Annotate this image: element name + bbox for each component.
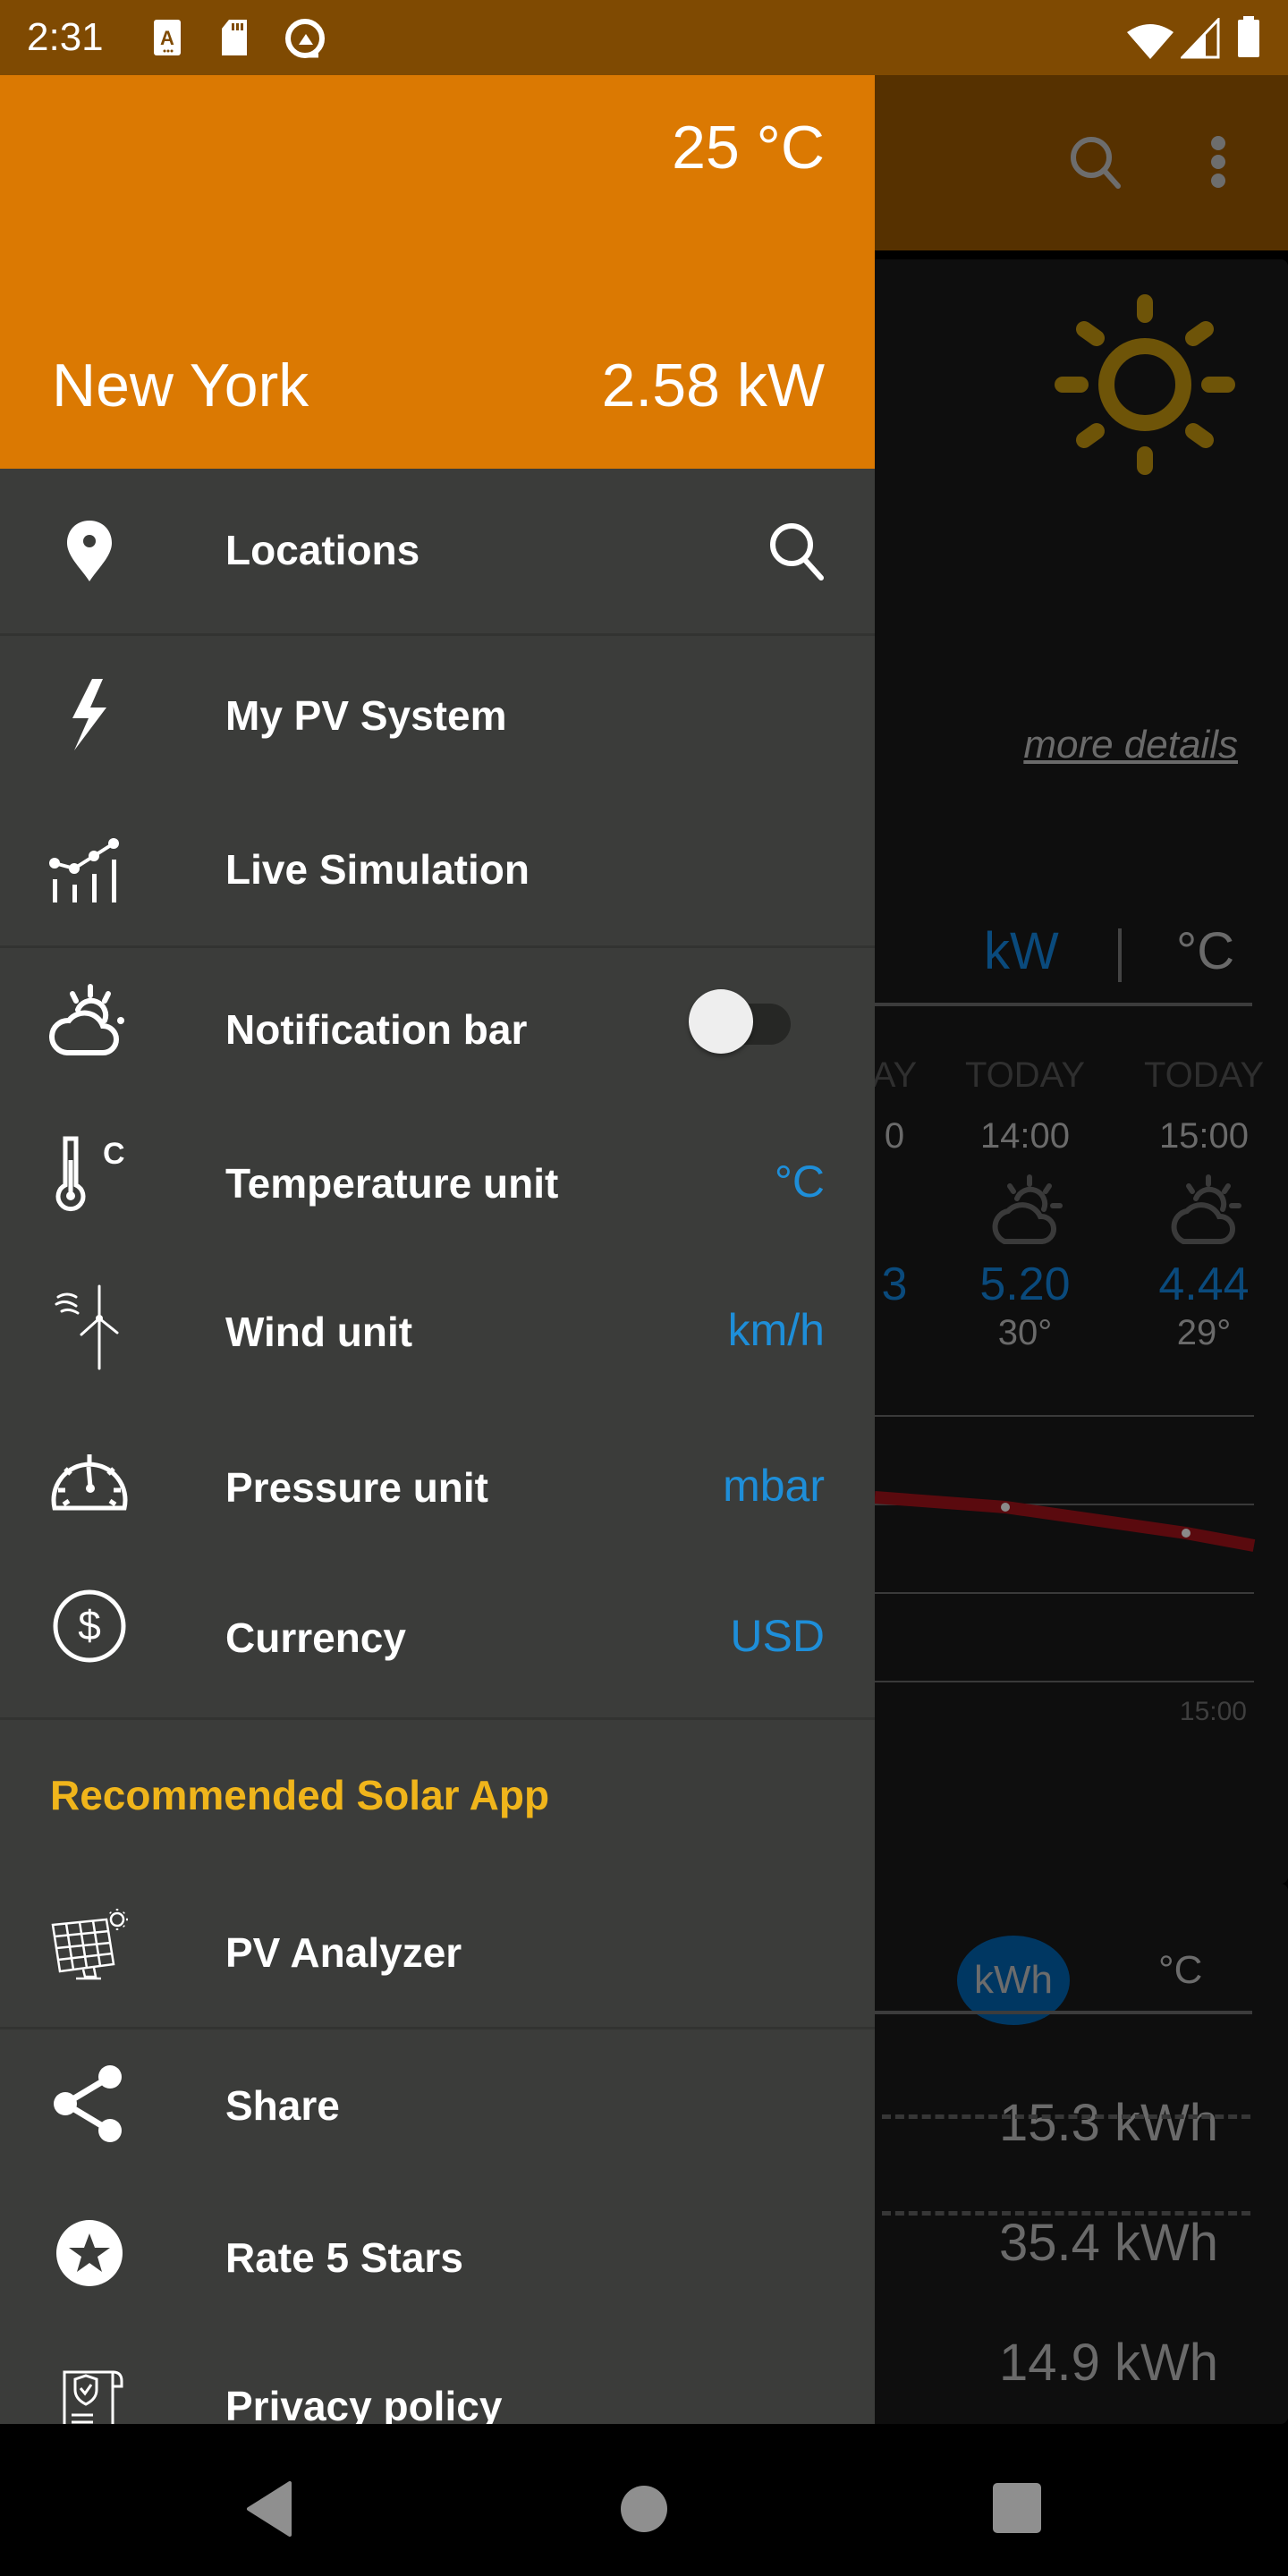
q-ring-icon [283, 18, 327, 67]
more-vert-icon[interactable] [1199, 131, 1238, 193]
partly-cloudy-icon [936, 1172, 1114, 1252]
menu-item-temperature-unit[interactable]: C Temperature unit °C [0, 1104, 875, 1256]
status-time: 2:31 [27, 15, 104, 59]
privacy-document-icon [45, 2364, 134, 2424]
menu-item-pressure-unit[interactable]: Pressure unit mbar [0, 1406, 875, 1556]
hourly-unit-tabs: kW °C [877, 921, 1252, 984]
data-point [1001, 1503, 1010, 1512]
wifi-icon [1125, 23, 1175, 65]
notification-bar-toggle[interactable] [689, 989, 796, 1057]
hour-day: TODAY [964, 1055, 1086, 1095]
daily-tabs-underline [875, 2011, 1252, 2014]
hour-time: 15:00 [1158, 1116, 1250, 1156]
menu-label: Privacy policy [225, 2383, 503, 2424]
menu-label: Share [225, 2082, 340, 2129]
menu-item-wind-unit[interactable]: Wind unit km/h [0, 1256, 875, 1406]
partly-cloudy-icon [1114, 1172, 1288, 1252]
currency-value: USD [730, 1611, 825, 1661]
menu-item-currency[interactable]: $ Currency USD [0, 1556, 875, 1714]
navigation-drawer: 25 °C New York 2.58 kW Locations My PV S… [0, 75, 875, 2424]
pressure-unit-value: mbar [723, 1461, 825, 1511]
battery-icon [1236, 16, 1261, 64]
lightning-bolt-icon [45, 670, 134, 759]
header-temperature: 25 °C [672, 114, 825, 182]
live-chart-icon [45, 826, 134, 915]
tab-kw[interactable]: kW [984, 921, 1059, 981]
thermometer-icon: C [45, 1129, 134, 1218]
energy-value: 35.4 kWh [999, 2214, 1218, 2272]
menu-label: PV Analyzer [225, 1929, 462, 1976]
tabs-underline [875, 1003, 1252, 1006]
dashed-divider [882, 2114, 1250, 2119]
temperature-unit-value: °C [774, 1157, 825, 1207]
keyboard-a-icon: A [152, 18, 182, 62]
gauge-icon [45, 1436, 134, 1526]
menu-item-my-pv-system[interactable]: My PV System [0, 636, 875, 795]
location-pin-icon [45, 506, 134, 596]
menu-label: Notification bar [225, 1006, 528, 1053]
energy-value: 15.3 kWh [999, 2094, 1218, 2152]
menu-item-live-simulation[interactable]: Live Simulation [0, 795, 875, 945]
menu-item-pv-analyzer[interactable]: PV Analyzer [0, 1873, 875, 2027]
menu-label: Pressure unit [225, 1464, 488, 1511]
recents-icon[interactable] [991, 2478, 1054, 2540]
hour-time: 14:00 [979, 1116, 1071, 1156]
menu-item-privacy[interactable]: Privacy policy [0, 2334, 875, 2424]
dashed-divider [882, 2211, 1250, 2216]
data-point [1182, 1529, 1191, 1538]
wind-turbine-icon [45, 1283, 134, 1372]
menu-label: Locations [225, 527, 420, 573]
svg-text:$: $ [78, 1602, 101, 1648]
menu-label: Rate 5 Stars [225, 2234, 463, 2281]
partly-cloudy-icon [45, 977, 134, 1066]
menu-item-notification-bar[interactable]: Notification bar [0, 948, 875, 1104]
header-power: 2.58 kW [601, 352, 825, 419]
hour-column: TODAY 14:00 5.20 30° [936, 1048, 1114, 1354]
tab-celsius-daily[interactable]: °C [1158, 1948, 1202, 1993]
header-location: New York [52, 352, 309, 419]
menu-label: My PV System [225, 692, 507, 739]
hour-temp: 29° [1176, 1313, 1232, 1352]
menu-item-share[interactable]: Share [0, 2029, 875, 2183]
energy-value: 14.9 kWh [999, 2334, 1218, 2392]
search-icon[interactable] [1064, 131, 1127, 193]
hour-day: TODAY [1143, 1055, 1265, 1095]
solar-panel-icon [45, 1900, 134, 1989]
menu-item-locations[interactable]: Locations [0, 469, 875, 633]
status-bar: 2:31 A [0, 0, 1288, 75]
menu-label: Wind unit [225, 1309, 413, 1355]
menu-label: Currency [225, 1614, 406, 1661]
wind-unit-value: km/h [727, 1305, 825, 1355]
menu-item-rate[interactable]: Rate 5 Stars [0, 2183, 875, 2334]
sun-icon [1046, 286, 1243, 487]
cell-signal-icon [1179, 16, 1220, 64]
sd-card-icon [220, 18, 249, 62]
system-navigation-bar [0, 2424, 1288, 2576]
search-icon[interactable] [767, 521, 828, 586]
section-header-recommended: Recommended Solar App [50, 1772, 550, 1818]
svg-text:A: A [160, 27, 174, 49]
back-icon[interactable] [242, 2478, 304, 2540]
svg-text:C: C [103, 1137, 125, 1171]
hour-temp: 30° [997, 1313, 1053, 1352]
tab-celsius[interactable]: °C [1176, 921, 1234, 981]
menu-label: Temperature unit [225, 1160, 559, 1207]
hour-power: 4.44 [1158, 1258, 1250, 1310]
more-details-link[interactable]: more details [1023, 723, 1238, 767]
star-circle-icon [45, 2208, 134, 2298]
hour-column: TODAY 15:00 4.44 29° [1114, 1048, 1288, 1354]
drawer-header: 25 °C New York 2.58 kW [0, 75, 875, 469]
hour-power: 5.20 [979, 1258, 1071, 1310]
dollar-circle-icon: $ [45, 1581, 134, 1671]
menu-label: Live Simulation [225, 846, 530, 893]
share-icon [45, 2060, 134, 2149]
divider [0, 1717, 875, 1720]
toggle-thumb [689, 989, 753, 1054]
x-tick-label: 15:00 [1180, 1697, 1247, 1726]
tab-separator [1118, 928, 1122, 982]
home-icon[interactable] [619, 2478, 682, 2540]
